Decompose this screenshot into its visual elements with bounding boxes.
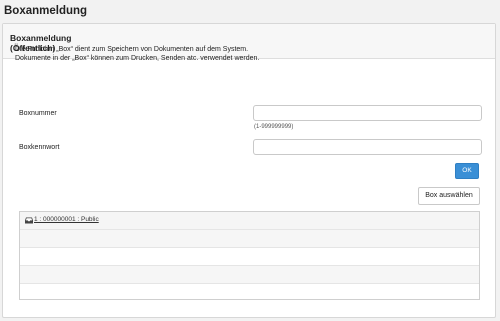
box-select-button[interactable]: Box auswählen <box>418 187 480 205</box>
list-item <box>20 230 479 248</box>
boxkennwort-input[interactable] <box>253 139 482 155</box>
boxkennwort-label: Boxkennwort <box>19 144 60 151</box>
box-list: 1 : 000000001 : Public <box>19 211 480 300</box>
boxnummer-label: Boxnummer <box>19 110 57 117</box>
page-title: Boxanmeldung <box>4 5 88 17</box>
boxnummer-input[interactable] <box>253 105 482 121</box>
list-item <box>20 266 479 284</box>
list-item <box>20 248 479 266</box>
inbox-icon <box>25 217 33 224</box>
ok-button[interactable]: OK <box>455 163 479 179</box>
list-item <box>20 284 479 302</box>
list-item[interactable]: 1 : 000000001 : Public <box>20 212 479 230</box>
box-description: Die Funktion „Box“ dient zum Speichern v… <box>15 46 260 62</box>
box-link[interactable]: 1 : 000000001 : Public <box>34 216 99 223</box>
boxnummer-hint: (1-999999999) <box>254 124 294 130</box>
